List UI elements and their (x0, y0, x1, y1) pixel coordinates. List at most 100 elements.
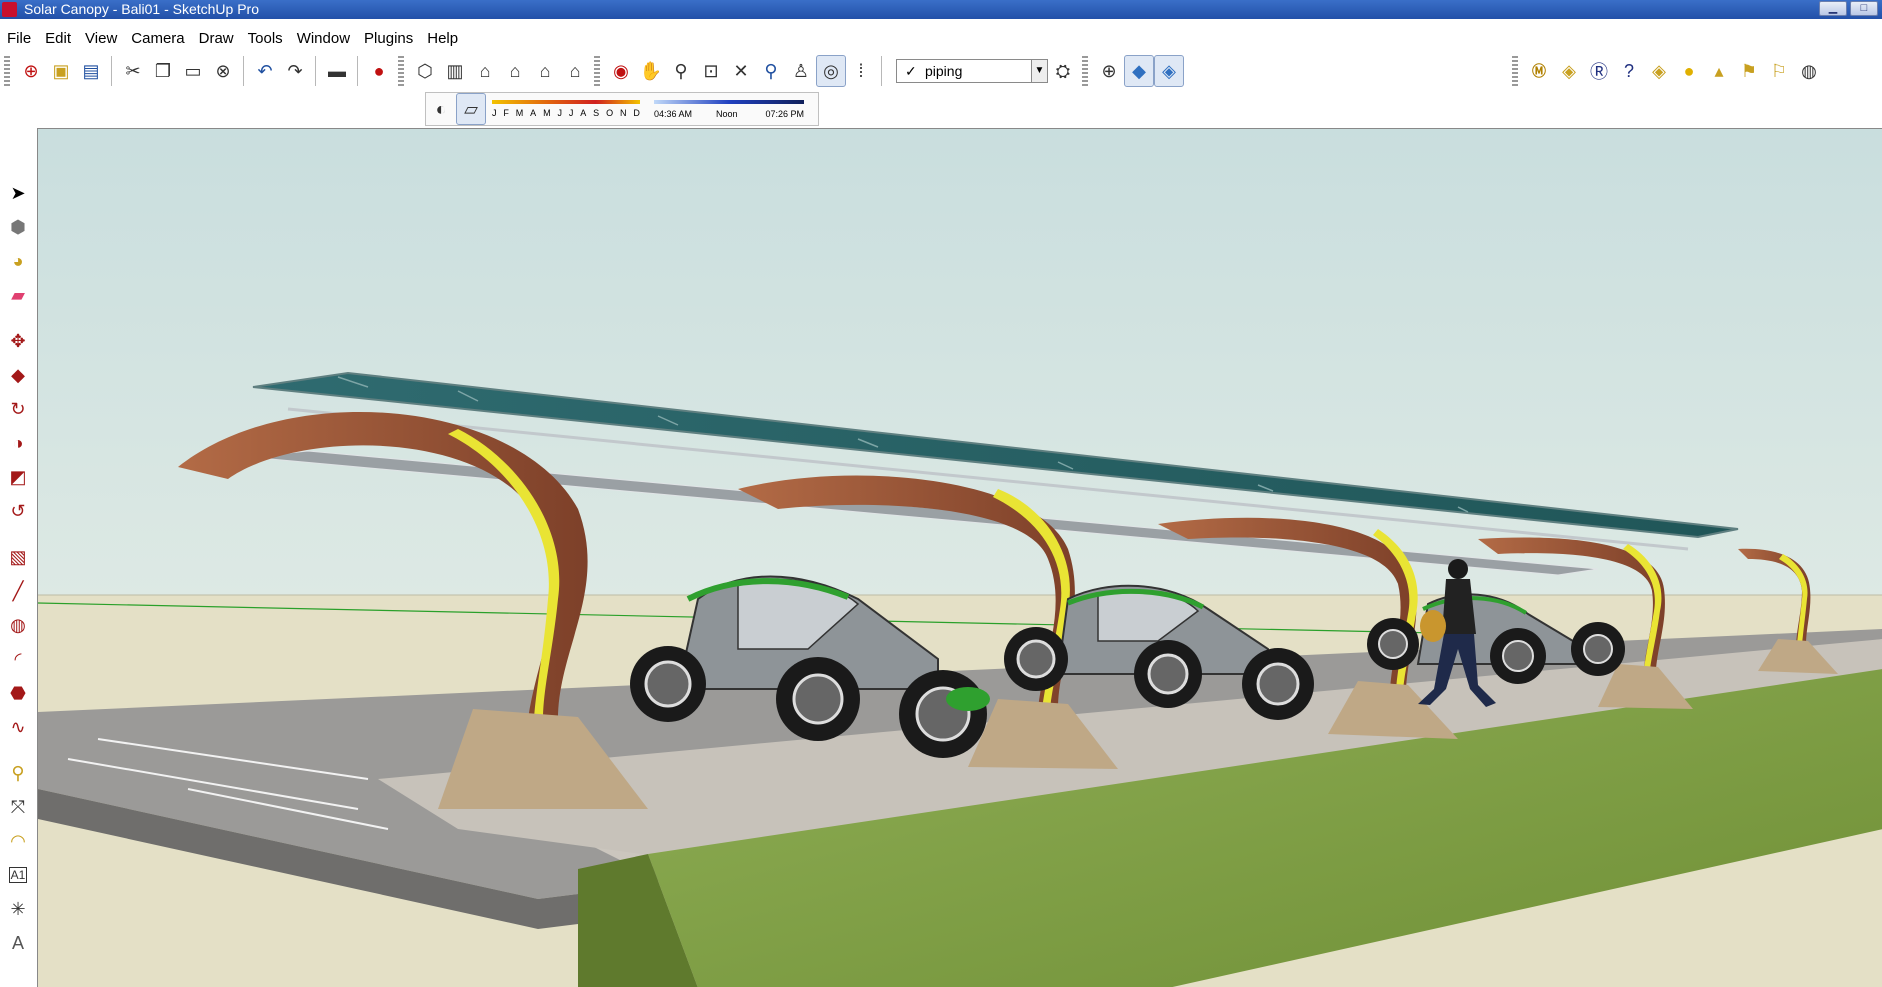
text-tool-icon[interactable]: A1 (0, 858, 36, 892)
minimize-button[interactable]: ▁ (1819, 1, 1847, 16)
undo-icon[interactable]: ↶ (250, 55, 280, 87)
toolbar-grip[interactable] (1082, 56, 1088, 86)
title-bar: Solar Canopy - Bali01 - SketchUp Pro ▁ □ (0, 0, 1882, 19)
follow-me-icon[interactable]: ◑ (0, 426, 36, 460)
walk-icon[interactable]: ⁞ (846, 55, 876, 87)
section-view-icon[interactable]: ◈ (1154, 55, 1184, 87)
target-icon[interactable]: ⊕ (1094, 55, 1124, 87)
menu-help[interactable]: Help (420, 27, 465, 49)
front-view-icon[interactable]: ⌂ (470, 55, 500, 87)
model-info-icon[interactable]: ● (364, 55, 394, 87)
iso-view-icon[interactable]: ⬡ (410, 55, 440, 87)
hat-icon[interactable]: ▴ (1704, 55, 1734, 87)
toolbar-separator (357, 56, 359, 86)
top-view-icon[interactable]: ▥ (440, 55, 470, 87)
sketchup-app-icon[interactable] (2, 2, 17, 17)
cut-icon[interactable]: ✂ (118, 55, 148, 87)
toolbar-separator (881, 56, 883, 86)
erase-icon[interactable]: ⊗ (208, 55, 238, 87)
axes-tool-icon[interactable]: ✳ (0, 892, 36, 926)
pan-icon[interactable]: ✋ (636, 55, 666, 87)
open-icon[interactable]: ▣ (46, 55, 76, 87)
orbit-icon[interactable]: ◉ (606, 55, 636, 87)
sphere-icon[interactable]: ● (1674, 55, 1704, 87)
month-label: J (492, 108, 497, 118)
model-viewport[interactable] (37, 128, 1882, 987)
month-labels: J F M A M J J A S O N D (492, 108, 640, 118)
toolbar-grip[interactable] (398, 56, 404, 86)
eraser-icon[interactable]: ▰ (0, 278, 36, 312)
toolbar-grip[interactable] (1512, 56, 1518, 86)
select-tool-icon[interactable]: ➤ (0, 176, 36, 210)
menu-view[interactable]: View (78, 27, 124, 49)
scale-tool-icon[interactable]: ◩ (0, 460, 36, 494)
flag-icon[interactable]: ⚑ (1734, 55, 1764, 87)
month-label: M (543, 108, 551, 118)
menu-draw[interactable]: Draw (192, 27, 241, 49)
push-pull-icon[interactable]: ◆ (0, 358, 36, 392)
month-label: J (557, 108, 562, 118)
position-camera-icon[interactable]: ♙ (786, 55, 816, 87)
save-icon[interactable]: ▤ (76, 55, 106, 87)
toolbar-grip[interactable] (4, 56, 10, 86)
help-icon[interactable]: ? (1614, 55, 1644, 87)
maximize-button[interactable]: □ (1850, 1, 1878, 16)
rotate-tool-icon[interactable]: ↻ (0, 392, 36, 426)
menu-tools[interactable]: Tools (241, 27, 290, 49)
paste-icon[interactable]: ▭ (178, 55, 208, 87)
back-view-icon[interactable]: ⌂ (530, 55, 560, 87)
new-icon[interactable]: ⊕ (16, 55, 46, 87)
xray-view-icon[interactable]: ◆ (1124, 55, 1154, 87)
layer-dropdown[interactable]: ✓ piping ▼ (896, 59, 1048, 83)
toolbar-grip[interactable] (594, 56, 600, 86)
month-scale (492, 100, 640, 104)
flag2-icon[interactable]: ⚐ (1764, 55, 1794, 87)
print-icon[interactable]: ▬ (322, 55, 352, 87)
scene-render (38, 129, 1882, 987)
month-slider[interactable]: J F M A M J J A S O N D (492, 96, 640, 122)
tag-icon[interactable]: ◈ (1554, 55, 1584, 87)
make-component-icon[interactable]: ⬢ (0, 210, 36, 244)
dimension-tool-icon[interactable]: ⤧ (0, 790, 36, 824)
month-label: A (530, 108, 537, 118)
settings-icon[interactable]: ◍ (1794, 55, 1824, 87)
layer-manager-icon[interactable]: ⛭ (1048, 55, 1078, 87)
paint-bucket-icon[interactable]: ◕ (0, 244, 36, 278)
freehand-tool-icon[interactable]: ∿ (0, 710, 36, 744)
right-view-icon[interactable]: ⌂ (500, 55, 530, 87)
polygon-tool-icon[interactable]: ⬣ (0, 676, 36, 710)
display-shadows-icon[interactable]: ▱ (456, 93, 486, 125)
offset-tool-icon[interactable]: ↺ (0, 494, 36, 528)
chevron-down-icon[interactable]: ▼ (1031, 60, 1047, 82)
line-tool-icon[interactable]: ╱ (0, 574, 36, 608)
tape-measure-icon[interactable]: ⚲ (0, 756, 36, 790)
time-slider[interactable]: 04:36 AM Noon 07:26 PM (654, 96, 804, 122)
menu-camera[interactable]: Camera (124, 27, 191, 49)
shadow-settings-icon[interactable]: ◐ (426, 93, 456, 125)
plugin-r-icon[interactable]: Ⓡ (1584, 55, 1614, 87)
plugin-m-icon[interactable]: Ⓜ (1524, 55, 1554, 87)
arc-tool-icon[interactable]: ◜ (0, 642, 36, 676)
menu-window[interactable]: Window (290, 27, 357, 49)
look-around-icon[interactable]: ◎ (816, 55, 846, 87)
left-view-icon[interactable]: ⌂ (560, 55, 590, 87)
month-label: A (580, 108, 587, 118)
month-label: N (619, 108, 627, 118)
tag2-icon[interactable]: ◈ (1644, 55, 1674, 87)
toolbar-separator (315, 56, 317, 86)
protractor-icon[interactable]: ◠ (0, 824, 36, 858)
menu-edit[interactable]: Edit (38, 27, 78, 49)
zoom-icon[interactable]: ⚲ (666, 55, 696, 87)
3d-text-icon[interactable]: A (0, 926, 36, 960)
menu-file[interactable]: File (0, 27, 38, 49)
menu-plugins[interactable]: Plugins (357, 27, 420, 49)
zoom-extents-icon[interactable]: ✕ (726, 55, 756, 87)
month-label: F (503, 108, 509, 118)
rectangle-tool-icon[interactable]: ▧ (0, 540, 36, 574)
redo-icon[interactable]: ↷ (280, 55, 310, 87)
previous-view-icon[interactable]: ⚲ (756, 55, 786, 87)
zoom-window-icon[interactable]: ⊡ (696, 55, 726, 87)
copy-icon[interactable]: ❐ (148, 55, 178, 87)
circle-tool-icon[interactable]: ◍ (0, 608, 36, 642)
move-tool-icon[interactable]: ✥ (0, 324, 36, 358)
